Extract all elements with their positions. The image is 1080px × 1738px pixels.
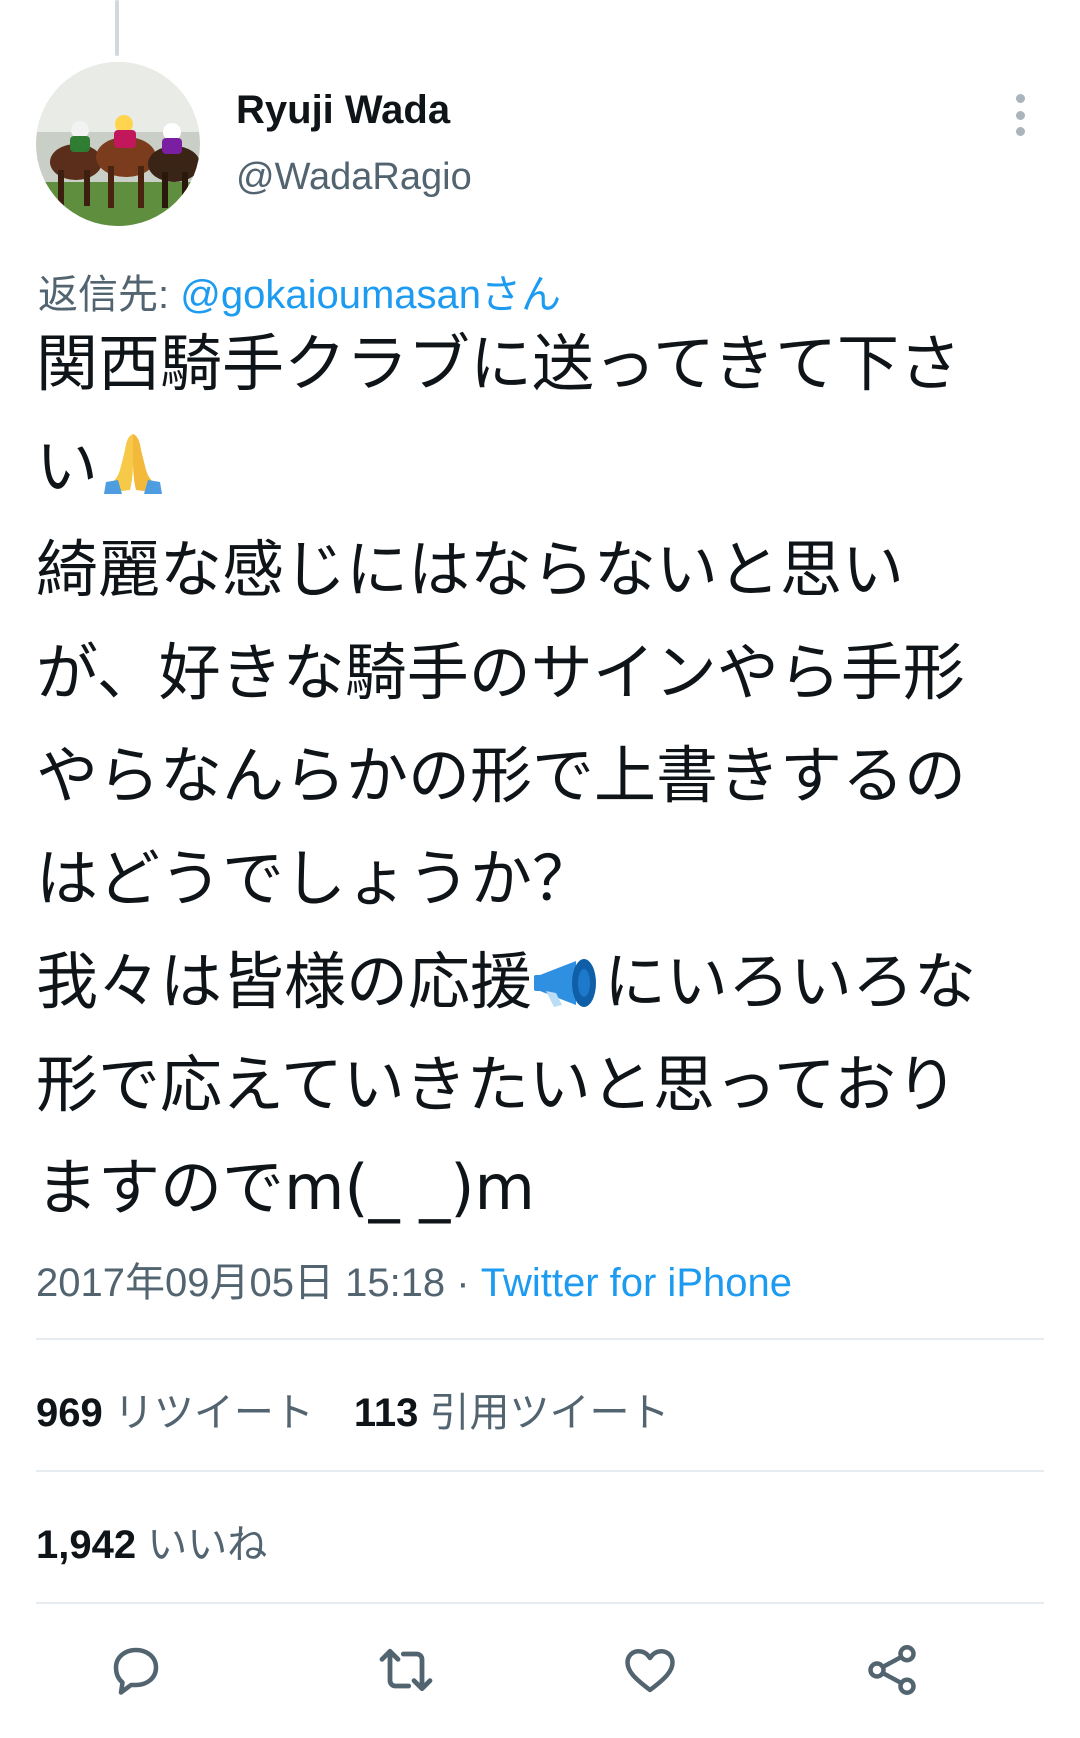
- reply-to-mention-link[interactable]: @gokaioumasanさん: [180, 273, 561, 317]
- tweet-text-line: 関西騎手クラブに送ってきて下さ: [36, 327, 962, 400]
- tweet-text-line: 綺麗な感じにはならないと思い: [36, 533, 905, 606]
- retweets-count: 969: [36, 1391, 103, 1435]
- retweet-icon: [379, 1648, 433, 1692]
- retweet-button[interactable]: [366, 1630, 446, 1710]
- tweet-text-line: 形で応えていきたいと思っており: [36, 1048, 958, 1121]
- share-icon: [868, 1645, 916, 1695]
- user-handle[interactable]: @WadaRagio: [236, 156, 472, 199]
- reply-button[interactable]: [96, 1630, 176, 1710]
- share-button[interactable]: [852, 1630, 932, 1710]
- like-button[interactable]: [610, 1630, 690, 1710]
- likes-count: 1,942: [36, 1523, 137, 1567]
- tweet-timestamp[interactable]: 2017年09月05日 15:18: [36, 1261, 445, 1305]
- meta-separator: ·: [445, 1261, 481, 1305]
- likes-stat-row[interactable]: 1,942 いいね: [36, 1512, 267, 1570]
- tweet-text-line: はどうでしょうか？: [36, 842, 595, 915]
- reply-icon: [113, 1647, 159, 1695]
- divider: [36, 1470, 1044, 1472]
- divider: [36, 1602, 1044, 1604]
- more-options-icon[interactable]: [1000, 90, 1040, 140]
- tweet-text-line: 我々は皆様の応援 にいろいろな: [36, 930, 1051, 1033]
- likes-label: いいね: [136, 1523, 268, 1567]
- reply-to-prefix: 返信先:: [38, 273, 181, 317]
- retweets-label: リツイート: [102, 1391, 314, 1435]
- avatar[interactable]: [36, 62, 200, 226]
- tweet-text-segment: い: [36, 430, 99, 503]
- tweet-text-line: が、好きな騎手のサインやら手形: [36, 636, 965, 709]
- quotes-label: 引用ツイート: [418, 1391, 670, 1435]
- tweet-action-bar: [0, 1630, 1080, 1720]
- quotes-stat[interactable]: 113 引用ツイート: [354, 1391, 670, 1435]
- engagement-stats-row: 969 リツイート 113 引用ツイート: [36, 1380, 670, 1438]
- tweet-source-link[interactable]: Twitter for iPhone: [481, 1261, 792, 1305]
- tweet-text: 関西騎手クラブに送ってきて下さ い 綺麗な感じにはならないと思い が、好きな騎手…: [36, 312, 1051, 1239]
- tweet-meta: 2017年09月05日 15:18 · Twitter for iPhone: [36, 1250, 792, 1308]
- tweet-text-line: やらなんらかの形で上書きするの: [36, 739, 967, 812]
- thread-connector-line: [115, 0, 119, 56]
- tweet-text-line: い: [36, 415, 1051, 518]
- folded-hands-emoji-icon: [98, 423, 168, 526]
- divider: [36, 1338, 1044, 1340]
- tweet-text-line: ますのでm(_ _)m: [36, 1151, 535, 1224]
- like-icon: [625, 1649, 675, 1693]
- retweets-stat[interactable]: 969 リツイート: [36, 1391, 314, 1435]
- quotes-count: 113: [353, 1391, 419, 1435]
- megaphone-emoji-icon: [532, 938, 604, 1041]
- tweet-text-segment: にいろいろな: [604, 945, 977, 1018]
- display-name[interactable]: Ryuji Wada: [236, 88, 450, 133]
- tweet-text-segment: 我々は皆様の応援: [36, 945, 533, 1018]
